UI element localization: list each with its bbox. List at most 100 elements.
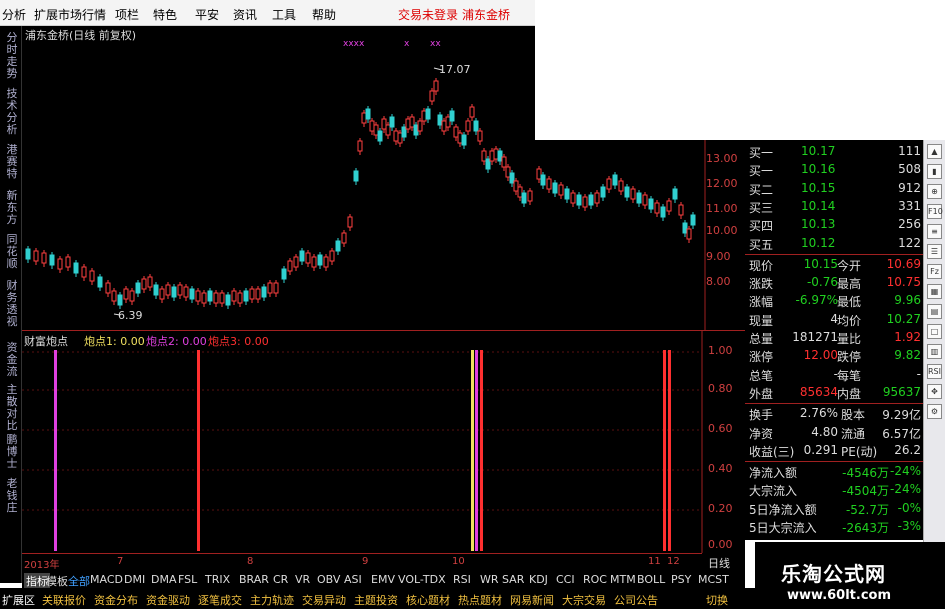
candle-body <box>153 284 159 296</box>
tab-new-oriental[interactable]: 新东方 <box>5 190 19 226</box>
tab-ths[interactable]: 同花顺 <box>5 234 19 270</box>
extension-tab[interactable]: 扩展区 <box>2 592 35 608</box>
tab-capital-flow[interactable]: 资金流 <box>5 342 19 378</box>
tab-laoqianzhuang[interactable]: 老钱庄 <box>5 478 19 514</box>
doc-icon[interactable]: ≡ <box>927 224 942 239</box>
indicator-tab[interactable]: EMV <box>371 573 395 586</box>
indicator-tab[interactable]: BOLL <box>637 573 665 586</box>
indicator-tab[interactable]: CCI <box>556 573 575 586</box>
indicator-tab[interactable]: OBV <box>317 573 340 586</box>
menu-tools[interactable]: 工具 <box>272 6 296 23</box>
extension-tab[interactable]: 主力轨迹 <box>250 592 294 608</box>
extension-tab[interactable]: 核心题材 <box>406 592 450 608</box>
indicator-tab[interactable]: WR <box>480 573 499 586</box>
indicator-tab[interactable]: DMA <box>151 573 177 586</box>
candle-body <box>97 276 103 288</box>
fz-icon[interactable]: Fz <box>927 264 942 279</box>
flow-value: -2643万 <box>842 521 889 535</box>
quote-row: 总笔 - 每笔 - <box>745 366 923 384</box>
low-price-label: 6.39 <box>118 309 143 322</box>
indicator-tab[interactable]: BRAR <box>239 573 269 586</box>
indicator-tab[interactable]: MACD <box>90 573 123 586</box>
indicator-tab[interactable]: TRIX <box>205 573 230 586</box>
layout-icon[interactable]: ▥ <box>927 344 942 359</box>
quote-label: 流通 <box>841 426 866 441</box>
candle-body <box>690 214 696 226</box>
indicator-tab[interactable]: KDJ <box>529 573 548 586</box>
indicator-tab[interactable]: CR <box>273 573 288 586</box>
extension-tab[interactable]: 资金驱动 <box>146 592 190 608</box>
extension-tab[interactable]: 关联报价 <box>42 592 86 608</box>
menu-extended-market[interactable]: 扩展市场行情 <box>34 6 106 23</box>
indicator-tab[interactable]: ASI <box>344 573 362 586</box>
bid-row: 买一 10.16 508 <box>745 161 923 179</box>
extension-tab[interactable]: 网易新闻 <box>510 592 554 608</box>
menu-columns[interactable]: 项栏 <box>115 6 139 23</box>
quote-label: 量比 <box>837 332 862 346</box>
quote-row: 现量 4 均价 10.27 <box>745 311 923 329</box>
quote-value: 10.69 <box>886 256 921 271</box>
menu-help[interactable]: 帮助 <box>312 6 336 23</box>
zoom-icon[interactable]: ⊕ <box>927 184 942 199</box>
indicator-tab[interactable]: FSL <box>178 573 197 586</box>
extension-tab[interactable]: 公司公告 <box>614 592 658 608</box>
tab-intraday[interactable]: 分时走势 <box>5 32 19 80</box>
quote-row: 外盘 85634 内盘 95637 <box>745 384 923 402</box>
candle-body <box>449 110 455 122</box>
tab-pengboshi[interactable]: 鹏博士 <box>5 434 19 470</box>
indicator-tab[interactable]: VOL-TDX <box>398 573 446 586</box>
indicator-tab[interactable]: MTM <box>610 573 636 586</box>
stock-name-menu[interactable]: 浦东金桥 <box>462 6 510 23</box>
extension-tab[interactable]: 交易异动 <box>302 592 346 608</box>
signal-bar <box>54 350 57 551</box>
extension-tab[interactable]: 热点题材 <box>458 592 502 608</box>
tab-technical[interactable]: 技术分析 <box>5 88 19 136</box>
quote-value: 10.75 <box>886 275 921 290</box>
settings-icon[interactable]: ⚙ <box>927 404 942 419</box>
tab-main-retail[interactable]: 主散对比 <box>5 384 19 432</box>
signal-bar <box>668 350 671 551</box>
extension-tab[interactable]: 逐笔成交 <box>198 592 242 608</box>
quote-value: 26.2 <box>894 442 921 457</box>
indicator-tab[interactable]: SAR <box>502 573 524 586</box>
rsi-icon[interactable]: RSI <box>927 364 942 379</box>
bar-chart-icon[interactable]: ▮ <box>927 164 942 179</box>
quote-row: 涨幅 -6.97% 最低 9.96 <box>745 292 923 310</box>
brand-name: 乐淘公式网 <box>781 562 886 586</box>
menu-news[interactable]: 资讯 <box>233 6 257 23</box>
indicator-tab[interactable]: DMI <box>124 573 145 586</box>
table-icon[interactable]: ▦ <box>927 284 942 299</box>
left-tab-strip: 分时走势 技术分析 港赛特 新东方 同花顺 财务透视 资金流 主散对比 鹏博士 … <box>0 26 22 583</box>
indicator-tab[interactable]: RSI <box>453 573 471 586</box>
indicator-panel[interactable]: 财富炮点 炮点1: 0.00 炮点2: 0.00 炮点3: 0.00 1.00 … <box>22 330 745 553</box>
extension-tab[interactable]: 主题投资 <box>354 592 398 608</box>
menu-pingan[interactable]: 平安 <box>195 6 219 23</box>
extension-tab[interactable]: 资金分布 <box>94 592 138 608</box>
period-selector[interactable]: 日线 <box>708 555 730 571</box>
extension-tab[interactable]: 切换 <box>706 592 728 608</box>
indicator-tab[interactable]: VR <box>295 573 310 586</box>
pan-icon[interactable]: ✥ <box>927 384 942 399</box>
tab-finance[interactable]: 财务透视 <box>5 280 19 328</box>
list-icon[interactable]: ☰ <box>927 244 942 259</box>
quote-label: 总量 <box>749 332 774 346</box>
indicator-tab[interactable]: PSY <box>671 573 691 586</box>
tab-gangsai[interactable]: 港赛特 <box>5 144 19 180</box>
indicator-tab[interactable]: MCST <box>698 573 729 586</box>
extension-tab[interactable]: 大宗交易 <box>562 592 606 608</box>
menu-analysis[interactable]: 分析 <box>2 6 26 23</box>
window-icon[interactable]: □ <box>927 324 942 339</box>
grid-icon[interactable]: ▤ <box>927 304 942 319</box>
indicator-tab[interactable]: 全部 <box>68 573 90 589</box>
trade-login-status[interactable]: 交易未登录 <box>398 6 458 23</box>
candle-body <box>189 288 195 300</box>
candle-body <box>123 288 129 300</box>
indicator-tick: 0.00 <box>708 538 733 551</box>
price-chart[interactable]: 浦东金桥(日线 前复权) xxxx x xx 17.07 6.39 <box>22 26 535 330</box>
menu-features[interactable]: 特色 <box>153 6 177 23</box>
f10-icon[interactable]: F10 <box>927 204 943 219</box>
indicator-tab[interactable]: 模板 <box>46 573 68 589</box>
candle-body <box>465 120 471 132</box>
chart-icon[interactable]: ▲ <box>927 144 942 159</box>
indicator-tab[interactable]: ROC <box>583 573 607 586</box>
